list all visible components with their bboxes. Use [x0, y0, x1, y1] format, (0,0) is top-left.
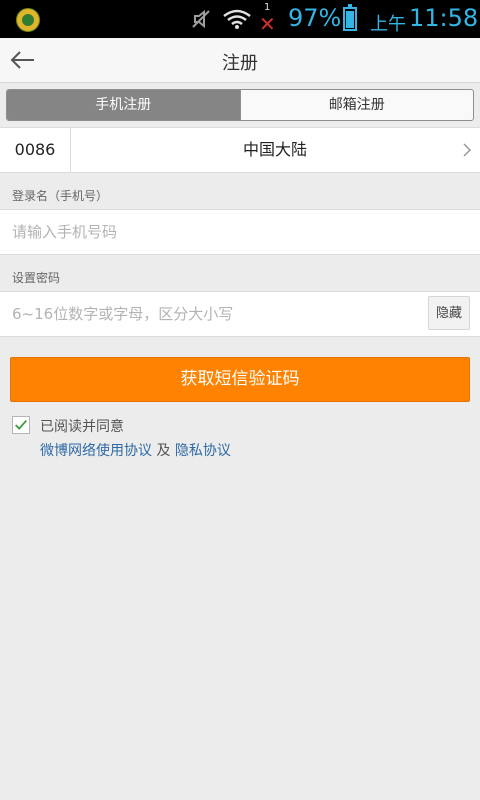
ampm: 上午 — [370, 14, 406, 35]
agree-text: 已阅读并同意 — [40, 419, 124, 435]
checkmark-icon — [15, 419, 27, 430]
clock: 11:58 — [409, 4, 479, 32]
tab-email-register[interactable]: 邮箱注册 — [239, 90, 474, 120]
get-sms-code-button[interactable]: 获取短信验证码 — [10, 357, 470, 402]
battery-percent: 97% — [288, 4, 342, 32]
no-signal-icon: 1 ✕ — [259, 2, 276, 36]
battery-charging-icon — [343, 4, 357, 31]
password-label: 设置密码 — [12, 271, 61, 285]
phone-input[interactable] — [12, 210, 468, 254]
country-name: 中国大陆 — [242, 140, 307, 159]
password-row: 隐藏 — [0, 291, 480, 337]
register-type-tabs: 手机注册 邮箱注册 — [6, 89, 474, 121]
country-code: 0086 — [0, 128, 71, 172]
country-selector[interactable]: 0086 中国大陆 — [0, 127, 480, 173]
title-bar: 注册 — [0, 38, 480, 83]
terms-link[interactable]: 微博网络使用协议 — [40, 443, 152, 459]
agreement-links: 微博网络使用协议 及 隐私协议 — [40, 440, 231, 460]
privacy-link[interactable]: 隐私协议 — [175, 443, 231, 459]
wifi-icon — [223, 9, 251, 29]
password-input[interactable] — [12, 292, 416, 336]
phone-row — [0, 209, 480, 255]
phone-label: 登录名（手机号） — [12, 189, 109, 203]
mute-icon — [192, 9, 210, 29]
agree-checkbox[interactable] — [12, 416, 30, 434]
page-title: 注册 — [222, 53, 258, 74]
and-text: 及 — [156, 443, 171, 459]
status-bar: 1 ✕ 97% 上午 11:58 — [0, 0, 480, 38]
chevron-right-icon — [463, 143, 472, 157]
tab-phone-register[interactable]: 手机注册 — [7, 90, 240, 120]
hide-password-button[interactable]: 隐藏 — [428, 296, 470, 330]
app-notification-icon — [16, 8, 40, 32]
